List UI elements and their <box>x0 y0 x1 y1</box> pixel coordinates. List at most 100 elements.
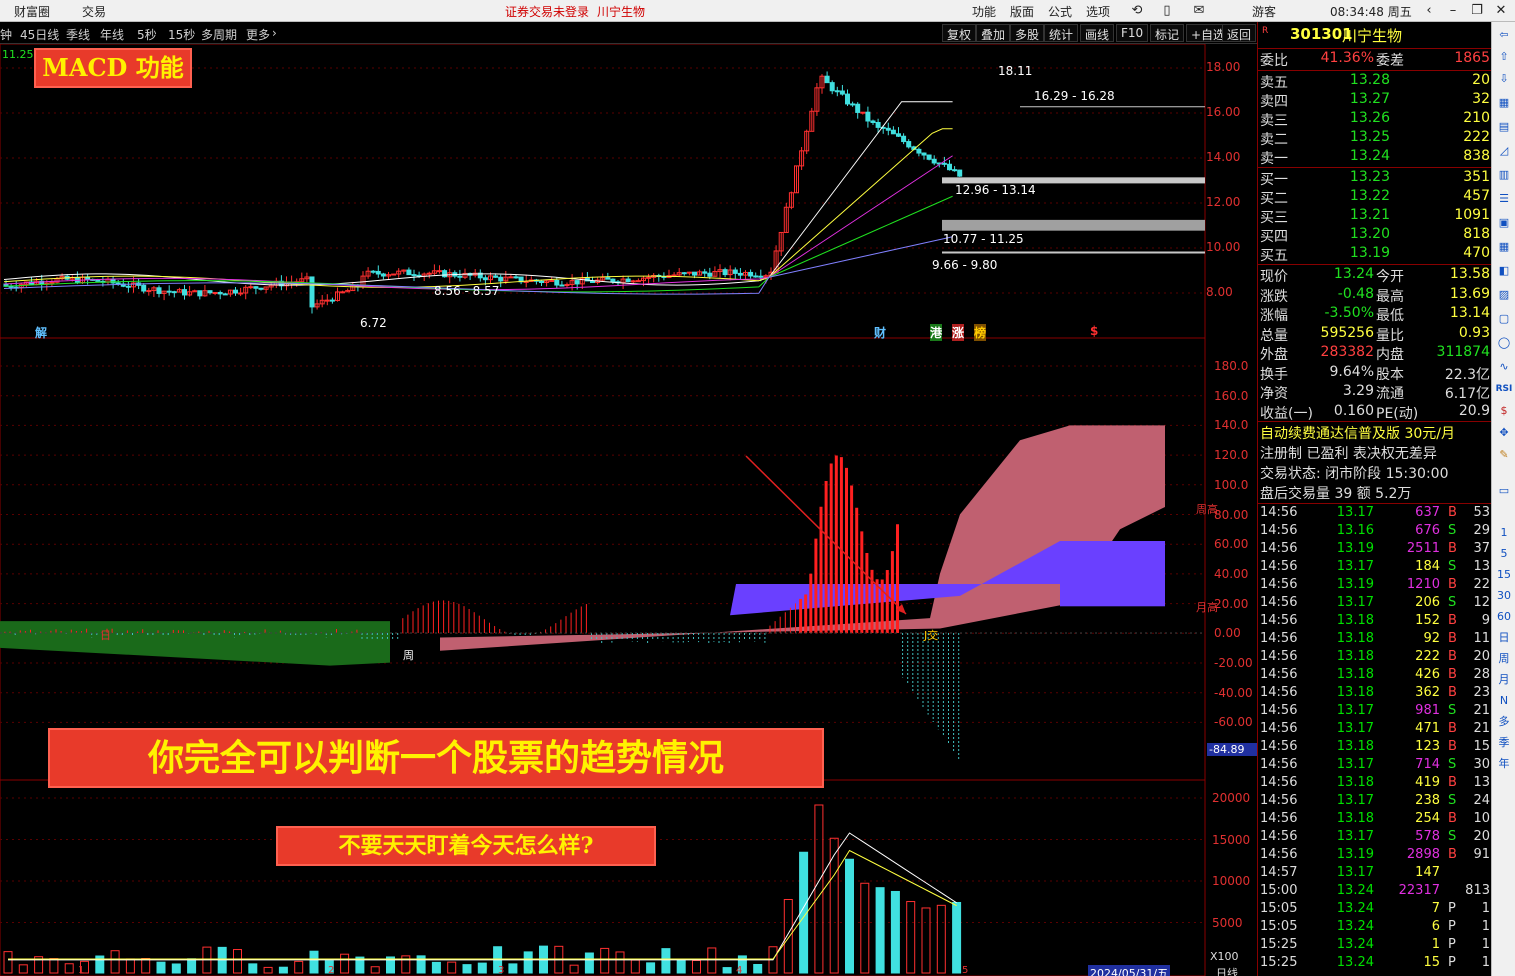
chart-area[interactable]: 11.25 18.00 16.00 14.00 12.00 10.00 8.00 180.… <box>0 44 1257 976</box>
fz-icon[interactable]: ▨ <box>1495 286 1513 304</box>
tool-fuquan[interactable]: 复权 <box>942 24 977 42</box>
maximize-icon[interactable]: ❐ <box>1466 1 1488 21</box>
event-marker-dollar[interactable]: $ <box>1090 324 1098 338</box>
tick-row[interactable]: 14:56 13.17 206 S 12 <box>1258 595 1492 613</box>
tick-row[interactable]: 14:56 13.19 2511 B 37 <box>1258 541 1492 559</box>
event-marker-bang[interactable]: 榜 <box>974 324 987 341</box>
tick-row[interactable]: 14:56 13.18 222 B 20 <box>1258 649 1492 667</box>
tick-row[interactable]: 14:56 13.17 578 S 20 <box>1258 829 1492 847</box>
tool-diejia[interactable]: 叠加 <box>976 24 1011 42</box>
phone-icon[interactable]: ▯ <box>1156 1 1178 21</box>
period-shortcut[interactable]: 季 <box>1495 734 1513 752</box>
event-marker-jie[interactable]: 解 <box>35 324 47 341</box>
period-multi[interactable]: 多周期 <box>201 26 237 43</box>
doc-icon[interactable]: ▤ <box>1495 118 1513 136</box>
tool-f10[interactable]: F10 <box>1116 24 1149 42</box>
tick-row[interactable]: 14:56 13.17 981 S 21 <box>1258 703 1492 721</box>
login-warning[interactable]: 证券交易未登录 <box>505 3 589 20</box>
chart-line-icon[interactable]: ◿ <box>1495 142 1513 160</box>
ask-row[interactable]: 卖二 13.25 222 <box>1258 129 1492 148</box>
table-icon[interactable]: ▦ <box>1495 238 1513 256</box>
mail-icon[interactable]: ✉ <box>1188 1 1210 21</box>
menu-gongshi[interactable]: 公式 <box>1048 3 1072 20</box>
tool-huaxian[interactable]: 画线 <box>1080 24 1115 42</box>
period-shortcut[interactable]: 1 <box>1495 524 1513 542</box>
refresh-icon[interactable]: ⟲ <box>1126 1 1148 21</box>
tick-row[interactable]: 14:56 13.18 362 B 23 <box>1258 685 1492 703</box>
tick-row[interactable]: 14:56 13.19 2898 B 91 <box>1258 847 1492 865</box>
period-shortcut[interactable]: 月 <box>1495 671 1513 689</box>
bid-row[interactable]: 买三 13.21 1091 <box>1258 207 1492 226</box>
period-more[interactable]: 更多 <box>246 26 270 43</box>
menu-gongneng[interactable]: 功能 <box>972 3 996 20</box>
tick-row[interactable]: 15:05 13.24 6 P 1 <box>1258 919 1492 937</box>
bars-icon[interactable]: ▥ <box>1495 166 1513 184</box>
move-icon[interactable]: ✥ <box>1495 424 1513 442</box>
period-shortcut[interactable]: 年 <box>1495 755 1513 773</box>
tick-row[interactable]: 15:00 13.24 22317 813 <box>1258 883 1492 901</box>
tick-row[interactable]: 15:25 13.24 15 P 1 <box>1258 955 1492 973</box>
period-year[interactable]: 年线 <box>100 26 124 43</box>
tick-row[interactable]: 15:25 13.24 1 P 1 <box>1258 937 1492 955</box>
period-shortcut[interactable]: N <box>1495 692 1513 710</box>
arrow-up-icon[interactable]: ⇧ <box>1495 48 1513 66</box>
tool-duogu[interactable]: 多股 <box>1010 24 1045 42</box>
ask-row[interactable]: 卖三 13.26 210 <box>1258 110 1492 129</box>
period-shortcut[interactable]: 30 <box>1495 587 1513 605</box>
period-shortcut[interactable]: 日 <box>1495 629 1513 647</box>
tick-row[interactable]: 14:56 13.17 471 B 21 <box>1258 721 1492 739</box>
minimize-icon[interactable]: – <box>1442 1 1464 21</box>
tick-row[interactable]: 14:57 13.17 147 <box>1258 865 1492 883</box>
box-icon[interactable]: ▢ <box>1495 310 1513 328</box>
period-45d[interactable]: 45日线 <box>20 26 59 43</box>
bid-row[interactable]: 买二 13.22 457 <box>1258 188 1492 207</box>
ad-row-1[interactable]: 自动续费通达信普及版 30元/月 <box>1258 423 1492 442</box>
menu-jiaoyi[interactable]: 交易 <box>82 3 106 20</box>
tick-row[interactable]: 14:56 13.17 184 S 13 <box>1258 559 1492 577</box>
bid-row[interactable]: 买一 13.23 351 <box>1258 169 1492 188</box>
period-min[interactable]: 钟 <box>0 26 12 43</box>
ask-row[interactable]: 卖五 13.28 20 <box>1258 72 1492 91</box>
tick-row[interactable]: 14:56 13.18 152 B 9 <box>1258 613 1492 631</box>
dollar-icon[interactable]: $ <box>1495 402 1513 420</box>
chevron-right-icon[interactable]: › <box>272 26 277 40</box>
tick-row[interactable]: 14:56 13.17 637 B 53 <box>1258 505 1492 523</box>
event-marker-cai[interactable]: 财 <box>874 324 886 341</box>
ask-row[interactable]: 卖四 13.27 32 <box>1258 91 1492 110</box>
fin-icon[interactable]: ▣ <box>1495 214 1513 232</box>
wave-icon[interactable]: ∿ <box>1495 358 1513 376</box>
tool-fanhui[interactable]: 返回 <box>1222 24 1257 42</box>
event-marker-zhang[interactable]: 涨 <box>952 324 965 341</box>
menu-caifuquan[interactable]: 财富圈 <box>14 3 50 20</box>
tick-row[interactable]: 14:56 13.18 123 B 15 <box>1258 739 1492 757</box>
period-shortcut[interactable]: 15 <box>1495 566 1513 584</box>
event-marker-gang[interactable]: 港 <box>930 324 943 341</box>
tick-row[interactable]: 14:56 13.17 714 S 30 <box>1258 757 1492 775</box>
menu-banmian[interactable]: 版面 <box>1010 3 1034 20</box>
menu-xuanxiang[interactable]: 选项 <box>1086 3 1110 20</box>
bid-row[interactable]: 买四 13.20 818 <box>1258 226 1492 245</box>
period-shortcut[interactable]: 多 <box>1495 713 1513 731</box>
list-icon[interactable]: ☰ <box>1495 190 1513 208</box>
bid-row[interactable]: 买五 13.19 470 <box>1258 245 1492 264</box>
ask-row[interactable]: 卖一 13.24 838 <box>1258 148 1492 167</box>
tick-row[interactable]: 14:56 13.17 238 S 24 <box>1258 793 1492 811</box>
period-5s[interactable]: 5秒 <box>137 26 157 43</box>
period-15s[interactable]: 15秒 <box>168 26 195 43</box>
tool-biaoji[interactable]: 标记 <box>1150 24 1185 42</box>
close-icon[interactable]: ✕ <box>1490 1 1512 21</box>
tick-row[interactable]: 14:56 13.16 676 S 29 <box>1258 523 1492 541</box>
period-season[interactable]: 季线 <box>66 26 90 43</box>
info-icon[interactable]: ◧ <box>1495 262 1513 280</box>
arrow-down-icon[interactable]: ⇩ <box>1495 70 1513 88</box>
tick-row[interactable]: 14:56 13.18 92 B 11 <box>1258 631 1492 649</box>
tick-row[interactable]: 14:56 13.18 254 B 10 <box>1258 811 1492 829</box>
tick-row[interactable]: 15:05 13.24 7 P 1 <box>1258 901 1492 919</box>
fs-icon[interactable]: ▭ <box>1495 482 1513 500</box>
pencil-icon[interactable]: ✎ <box>1495 446 1513 464</box>
ad-text-1[interactable]: 自动续费通达信普及版 30元/月 <box>1260 423 1455 443</box>
tick-row[interactable]: 14:56 13.19 1210 B 22 <box>1258 577 1492 595</box>
guest-label[interactable]: 游客 <box>1252 3 1276 20</box>
back-icon[interactable]: ‹ <box>1418 1 1440 21</box>
period-shortcut[interactable]: 60 <box>1495 608 1513 626</box>
